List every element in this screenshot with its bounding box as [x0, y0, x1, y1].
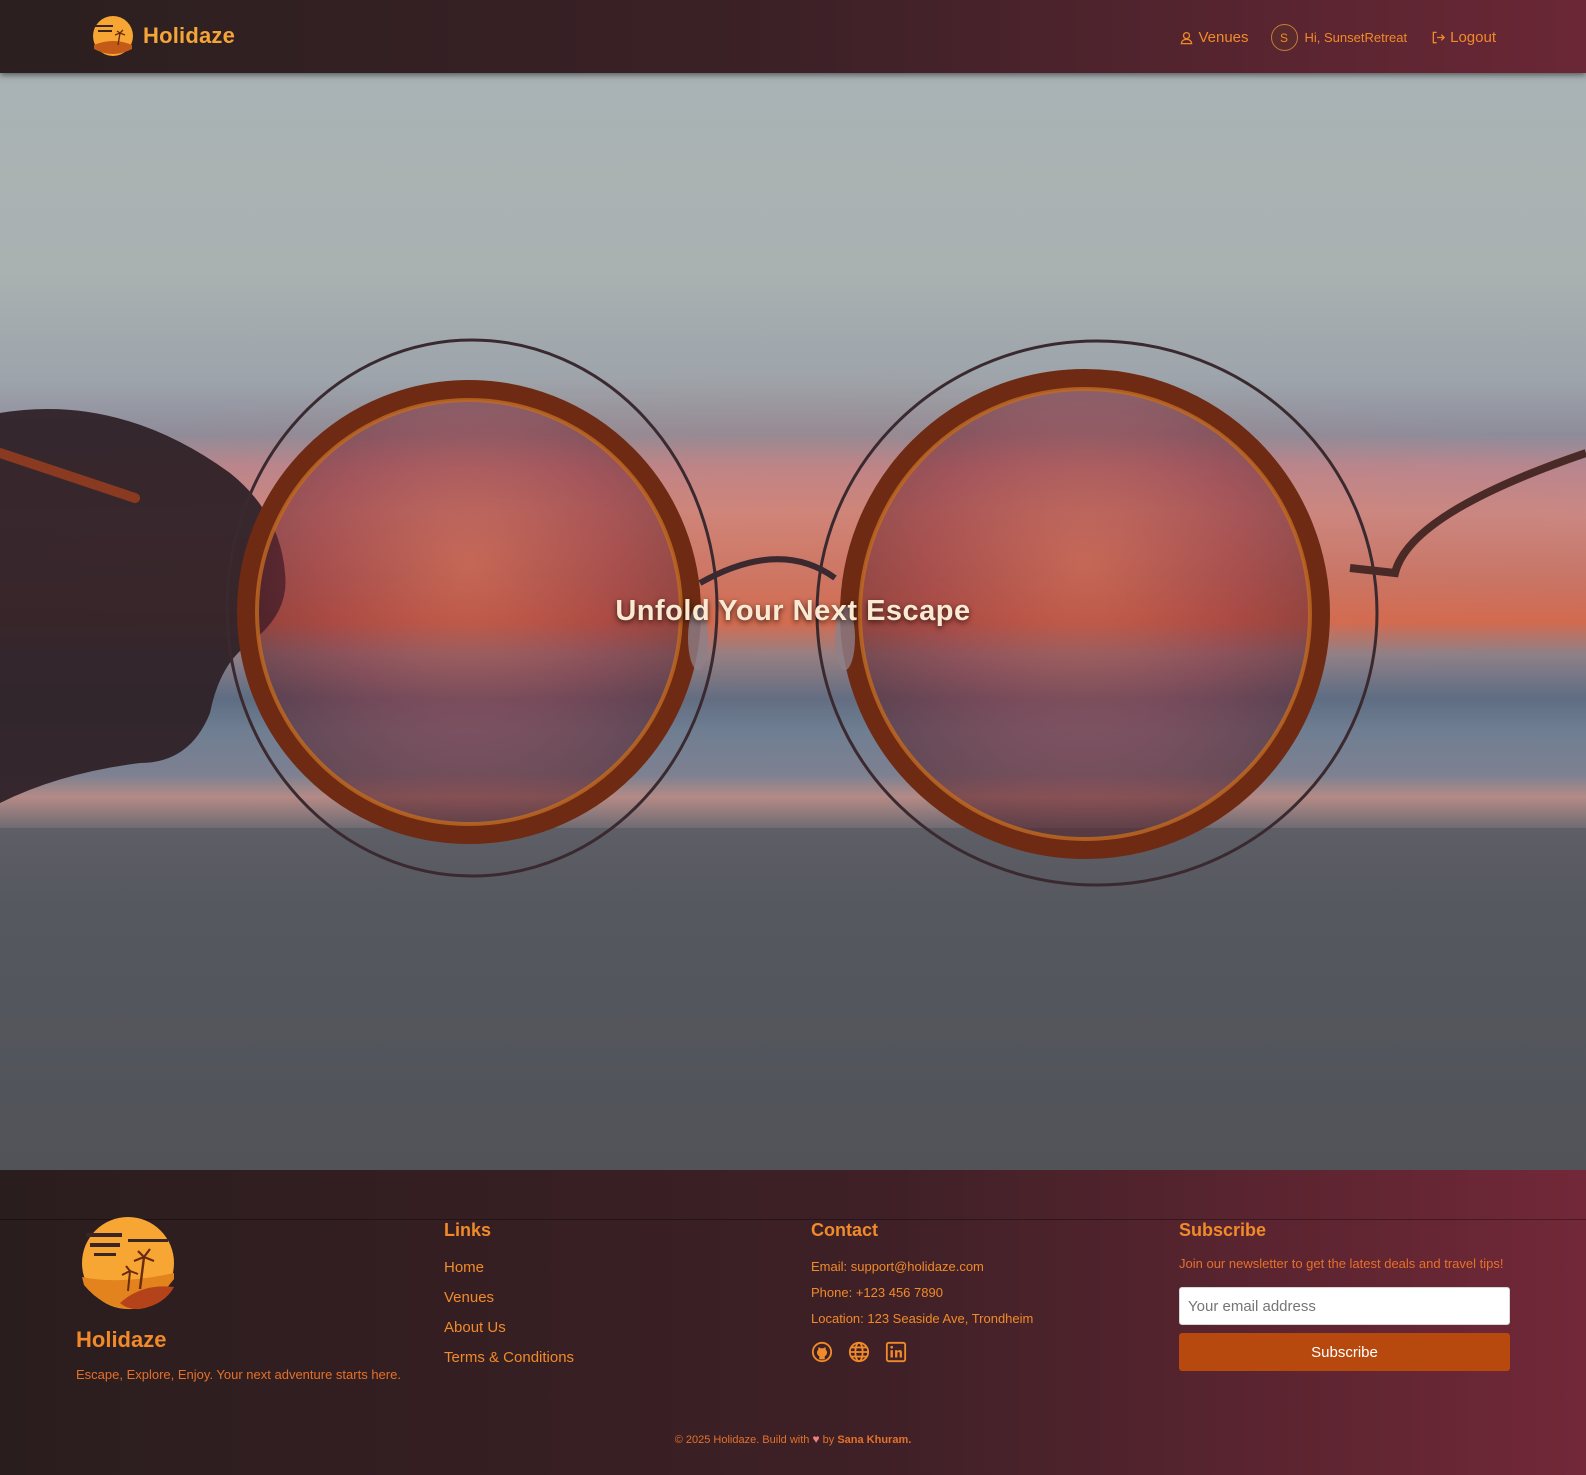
footer-link-about[interactable]: About Us: [444, 1313, 574, 1343]
author-name: Sana Khuram.: [837, 1434, 912, 1446]
top-navbar: Holidaze Venues S Hi, SunsetRetreat Logo…: [0, 0, 1586, 73]
footer-contact-column: Contact Email: support@holidaze.com Phon…: [811, 1220, 1033, 1363]
globe-icon[interactable]: [848, 1341, 870, 1363]
hero-title: Unfold Your Next Escape: [615, 595, 971, 627]
logout-label: Logout: [1450, 29, 1496, 46]
logout-button[interactable]: Logout: [1431, 29, 1496, 46]
avatar: S: [1270, 24, 1298, 51]
logout-icon: [1432, 31, 1446, 44]
brand-link[interactable]: Holidaze: [92, 15, 235, 57]
copyright-by: by: [822, 1434, 835, 1446]
footer-brand: Holidaze: [76, 1327, 167, 1352]
newsletter-email-input[interactable]: [1179, 1287, 1510, 1325]
copyright-text: © 2025 Holidaze. Build with: [674, 1434, 810, 1446]
user-icon: [1181, 31, 1193, 45]
brand-name: Holidaze: [143, 23, 236, 48]
nav-venues-label: Venues: [1198, 29, 1249, 46]
copyright: © 2025 Holidaze. Build with ♥ by Sana Kh…: [0, 1432, 1586, 1446]
links-heading: Links: [444, 1220, 492, 1240]
social-links: [811, 1341, 1033, 1363]
github-icon[interactable]: [811, 1341, 833, 1363]
hero-banner: Unfold Your Next Escape: [0, 73, 1586, 1170]
contact-phone: Phone: +123 456 7890: [811, 1285, 943, 1300]
user-menu[interactable]: S Hi, SunsetRetreat: [1270, 24, 1408, 51]
footer-link-home[interactable]: Home: [444, 1253, 574, 1283]
contact-heading: Contact: [811, 1220, 878, 1240]
footer-links-column: Links Home Venues About Us Terms & Condi…: [444, 1220, 574, 1373]
footer-logo-icon: [82, 1217, 174, 1310]
subscribe-button[interactable]: Subscribe: [1179, 1333, 1510, 1371]
main-nav: Venues S Hi, SunsetRetreat Logout: [1179, 24, 1496, 51]
contact-location: Location: 123 Seaside Ave, Trondheim: [811, 1311, 1034, 1326]
nav-venues-link[interactable]: Venues: [1179, 29, 1249, 46]
footer-link-venues[interactable]: Venues: [444, 1283, 574, 1313]
holidaze-logo-icon: [93, 16, 133, 56]
subscribe-description: Join our newsletter to get the latest de…: [1179, 1256, 1504, 1271]
contact-email: Email: support@holidaze.com: [811, 1259, 984, 1274]
footer-link-terms[interactable]: Terms & Conditions: [444, 1343, 574, 1373]
footer-tagline: Escape, Explore, Enjoy. Your next advent…: [76, 1367, 401, 1382]
user-greeting: Hi, SunsetRetreat: [1304, 30, 1408, 45]
footer-subscribe-column: Subscribe Join our newsletter to get the…: [1179, 1220, 1510, 1371]
linkedin-icon[interactable]: [885, 1341, 907, 1363]
subscribe-heading: Subscribe: [1179, 1220, 1267, 1240]
heart-icon: ♥: [812, 1432, 820, 1446]
site-footer: Holidaze Escape, Explore, Enjoy. Your ne…: [0, 1170, 1586, 1475]
